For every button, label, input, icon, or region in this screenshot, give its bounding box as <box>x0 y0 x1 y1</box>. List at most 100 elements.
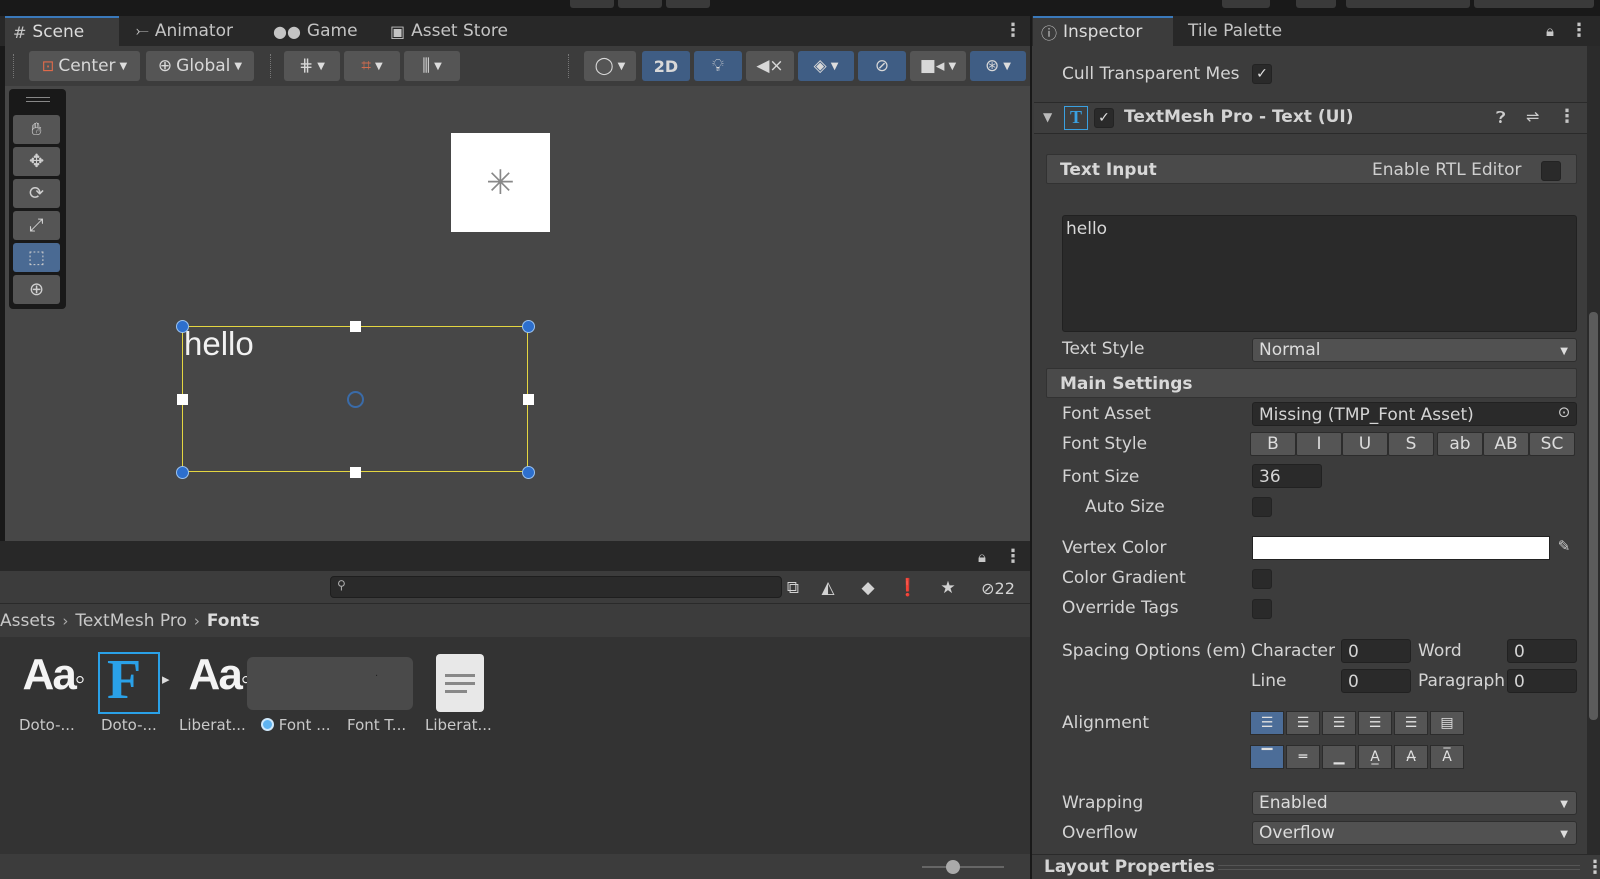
scene-text-object[interactable]: hello <box>184 325 254 363</box>
favorites-button[interactable]: ★ <box>932 575 964 601</box>
inspector-scrollbar-thumb[interactable] <box>1589 312 1598 720</box>
edge-handle[interactable] <box>350 321 361 332</box>
tab-game[interactable]: ●● Game <box>265 16 366 46</box>
line-spacing-field[interactable]: 0 <box>1341 669 1411 693</box>
character-spacing-field[interactable]: 0 <box>1341 639 1411 663</box>
text-style-dropdown[interactable]: Normal ▼ <box>1252 338 1577 362</box>
rect-tool-button[interactable]: ⬚ <box>13 243 60 272</box>
project-search-input[interactable]: ⚲ <box>330 576 782 598</box>
increment-snap-button[interactable]: ⌗ ▼ <box>344 51 400 81</box>
ruler-button[interactable]: ⫼ ▼ <box>404 51 460 81</box>
pivot-dropdown[interactable]: ⊡ Center ▼ <box>29 51 140 81</box>
move-tool-button[interactable]: ✥ <box>13 147 60 176</box>
text-input-area[interactable]: hello <box>1062 215 1577 332</box>
help-icon[interactable]: ❓︎ <box>1496 108 1506 128</box>
asset-item[interactable] <box>436 650 486 750</box>
search-mode-button[interactable]: ⧉ <box>777 575 809 601</box>
zoom-slider-thumb[interactable] <box>946 860 960 874</box>
align-midline-button[interactable]: A̶ <box>1394 745 1428 769</box>
hand-tool-button[interactable]: ✋︎ <box>13 115 60 144</box>
shading-mode-button[interactable]: ◯ ▼ <box>584 51 636 81</box>
breadcrumb-assets[interactable]: Assets <box>0 611 55 631</box>
auto-size-checkbox[interactable] <box>1252 497 1272 517</box>
more-menu-icon[interactable]: ⋮ <box>1570 22 1588 40</box>
font-style-underline-button[interactable]: U <box>1342 432 1388 456</box>
more-menu-icon[interactable]: ⋮ <box>1004 22 1022 40</box>
layout-dropdown[interactable] <box>1474 0 1594 8</box>
filter-label-button[interactable]: ◆ <box>852 575 884 601</box>
tab-animator[interactable]: ⤚ Animator <box>128 16 241 46</box>
scale-tool-button[interactable]: ⤢ <box>13 211 60 240</box>
preset-icon[interactable]: ⇌ <box>1526 107 1539 126</box>
lock-icon[interactable]: 🔒︎ <box>1546 22 1554 40</box>
gizmos-button[interactable]: ⊛ ▼ <box>970 51 1026 81</box>
hidden-packages-toggle[interactable]: ⊘ 22 <box>972 575 1024 601</box>
search-button[interactable] <box>1296 0 1336 8</box>
breadcrumb-fonts[interactable]: Fonts <box>207 611 260 631</box>
align-baseline-button[interactable]: A̲ <box>1358 745 1392 769</box>
mode-2d-button[interactable]: 2D <box>642 51 690 81</box>
color-gradient-checkbox[interactable] <box>1252 569 1272 589</box>
corner-handle[interactable] <box>522 320 535 333</box>
align-left-button[interactable]: ☰ <box>1250 711 1284 735</box>
camera-button[interactable]: ■◂ ▼ <box>910 51 966 81</box>
drag-handle-icon[interactable] <box>26 97 50 98</box>
grid-snap-button[interactable]: ⋕ ▼ <box>284 51 340 81</box>
history-button[interactable] <box>1222 0 1270 8</box>
align-geometry-button[interactable]: ▤ <box>1430 711 1464 735</box>
tab-inspector[interactable]: ⓘ Inspector <box>1033 16 1173 46</box>
main-settings-section[interactable]: Main Settings <box>1046 368 1577 398</box>
overflow-dropdown[interactable]: Overflow ▼ <box>1252 821 1577 845</box>
asset-item[interactable]: Aa◦ <box>14 650 92 750</box>
align-capline-button[interactable]: A̅ <box>1430 745 1464 769</box>
drag-handle-icon[interactable] <box>26 101 50 102</box>
foldout-arrow-icon[interactable]: ▼ <box>1043 110 1052 124</box>
edge-handle[interactable] <box>350 467 361 478</box>
more-menu-icon[interactable]: ⋮ <box>1586 857 1600 878</box>
transform-tool-button[interactable]: ⊕ <box>13 275 60 304</box>
effects-button[interactable]: ◈ ▼ <box>798 51 854 81</box>
asset-item[interactable]: · <box>247 650 413 750</box>
align-flush-button[interactable]: ☰ <box>1394 711 1428 735</box>
font-style-strikethrough-button[interactable]: S <box>1388 432 1434 456</box>
corner-handle[interactable] <box>176 466 189 479</box>
layout-properties-header[interactable]: Layout Properties ⋮ <box>1032 854 1600 879</box>
font-style-smallcaps-button[interactable]: SC <box>1529 432 1575 456</box>
layers-dropdown[interactable] <box>1346 0 1470 8</box>
visibility-toggle[interactable]: ⊘ <box>858 51 906 81</box>
rotate-tool-button[interactable]: ⟳ <box>13 179 60 208</box>
align-middle-button[interactable]: ═ <box>1286 745 1320 769</box>
play-button[interactable] <box>570 0 614 8</box>
more-menu-icon[interactable]: ⋮ <box>1004 548 1022 566</box>
audio-toggle[interactable]: ◀× <box>746 51 794 81</box>
zoom-slider[interactable] <box>922 866 1004 868</box>
corner-handle[interactable] <box>176 320 189 333</box>
component-menu-icon[interactable]: ⋮ <box>1558 108 1576 126</box>
tab-asset-store[interactable]: ▣ Asset Store <box>382 16 516 46</box>
font-asset-field[interactable]: Missing (TMP_Font Asset) <box>1252 402 1577 426</box>
vertex-color-swatch[interactable] <box>1252 536 1550 560</box>
align-center-button[interactable]: ☰ <box>1286 711 1320 735</box>
align-bottom-button[interactable]: ▁ <box>1322 745 1356 769</box>
eyedropper-icon[interactable]: ✎ <box>1553 537 1575 559</box>
edge-handle[interactable] <box>523 394 534 405</box>
tab-tile-palette[interactable]: Tile Palette <box>1180 16 1290 46</box>
font-style-italic-button[interactable]: I <box>1296 432 1342 456</box>
corner-handle[interactable] <box>522 466 535 479</box>
paragraph-spacing-field[interactable]: 0 <box>1507 669 1577 693</box>
font-style-lowercase-button[interactable]: ab <box>1437 432 1483 456</box>
font-style-bold-button[interactable]: B <box>1250 432 1296 456</box>
rtl-editor-checkbox[interactable] <box>1541 161 1561 181</box>
edge-handle[interactable] <box>177 394 188 405</box>
space-dropdown[interactable]: ⊕ Global ▼ <box>146 51 254 81</box>
expand-arrow-icon[interactable]: ▸ <box>162 670 170 688</box>
asset-item[interactable]: F ▸ <box>98 649 176 750</box>
override-tags-checkbox[interactable] <box>1252 599 1272 619</box>
word-spacing-field[interactable]: 0 <box>1507 639 1577 663</box>
align-right-button[interactable]: ☰ <box>1322 711 1356 735</box>
filter-log-button[interactable]: ❗ <box>892 575 924 601</box>
tab-scene[interactable]: # Scene <box>5 16 119 46</box>
wrapping-dropdown[interactable]: Enabled ▼ <box>1252 791 1577 815</box>
align-top-button[interactable]: ▔ <box>1250 745 1284 769</box>
object-picker-icon[interactable]: ⊙ <box>1552 403 1576 425</box>
